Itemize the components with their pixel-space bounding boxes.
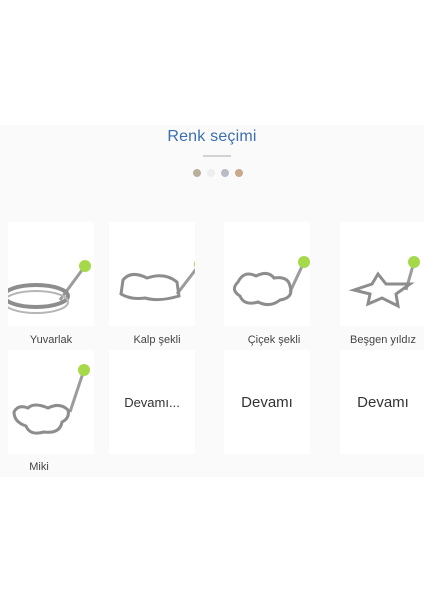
option-card-heart[interactable]: [109, 222, 195, 326]
mouse-ring-icon: [12, 364, 90, 435]
more-label-3: Devamı: [357, 393, 409, 411]
color-swatch-1[interactable]: [193, 169, 201, 177]
round-ring-icon: [8, 260, 91, 314]
page-title: Renk seçimi: [167, 128, 257, 145]
star-ring-icon: [348, 256, 420, 309]
more-label-1: Devamı...: [124, 394, 180, 410]
color-swatch-4[interactable]: [235, 169, 243, 177]
heart-ring-icon: [119, 260, 195, 302]
more-card-2[interactable]: Devamı: [224, 350, 310, 454]
option-card-mouse[interactable]: [8, 350, 94, 454]
title-underline: [203, 155, 231, 157]
shape-label-star: Beşgen yıldız: [350, 334, 417, 346]
shape-label-heart: Kalp şekli: [133, 334, 181, 346]
flower-ring-icon: [233, 256, 310, 307]
shape-label-flower: Çiçek şekli: [247, 334, 301, 346]
option-card-flower[interactable]: [224, 222, 310, 326]
more-card-1[interactable]: Devamı...: [109, 350, 195, 454]
more-card-3[interactable]: Devamı: [340, 350, 424, 454]
color-swatch-3[interactable]: [221, 169, 229, 177]
shape-label-mouse: Miki: [29, 461, 49, 473]
more-label-2: Devamı: [241, 393, 293, 411]
color-swatches: [193, 169, 243, 177]
color-swatch-2[interactable]: [207, 169, 215, 177]
shape-label-round: Yuvarlak: [29, 334, 73, 346]
option-card-star[interactable]: [340, 222, 424, 326]
option-card-round[interactable]: [8, 222, 94, 326]
